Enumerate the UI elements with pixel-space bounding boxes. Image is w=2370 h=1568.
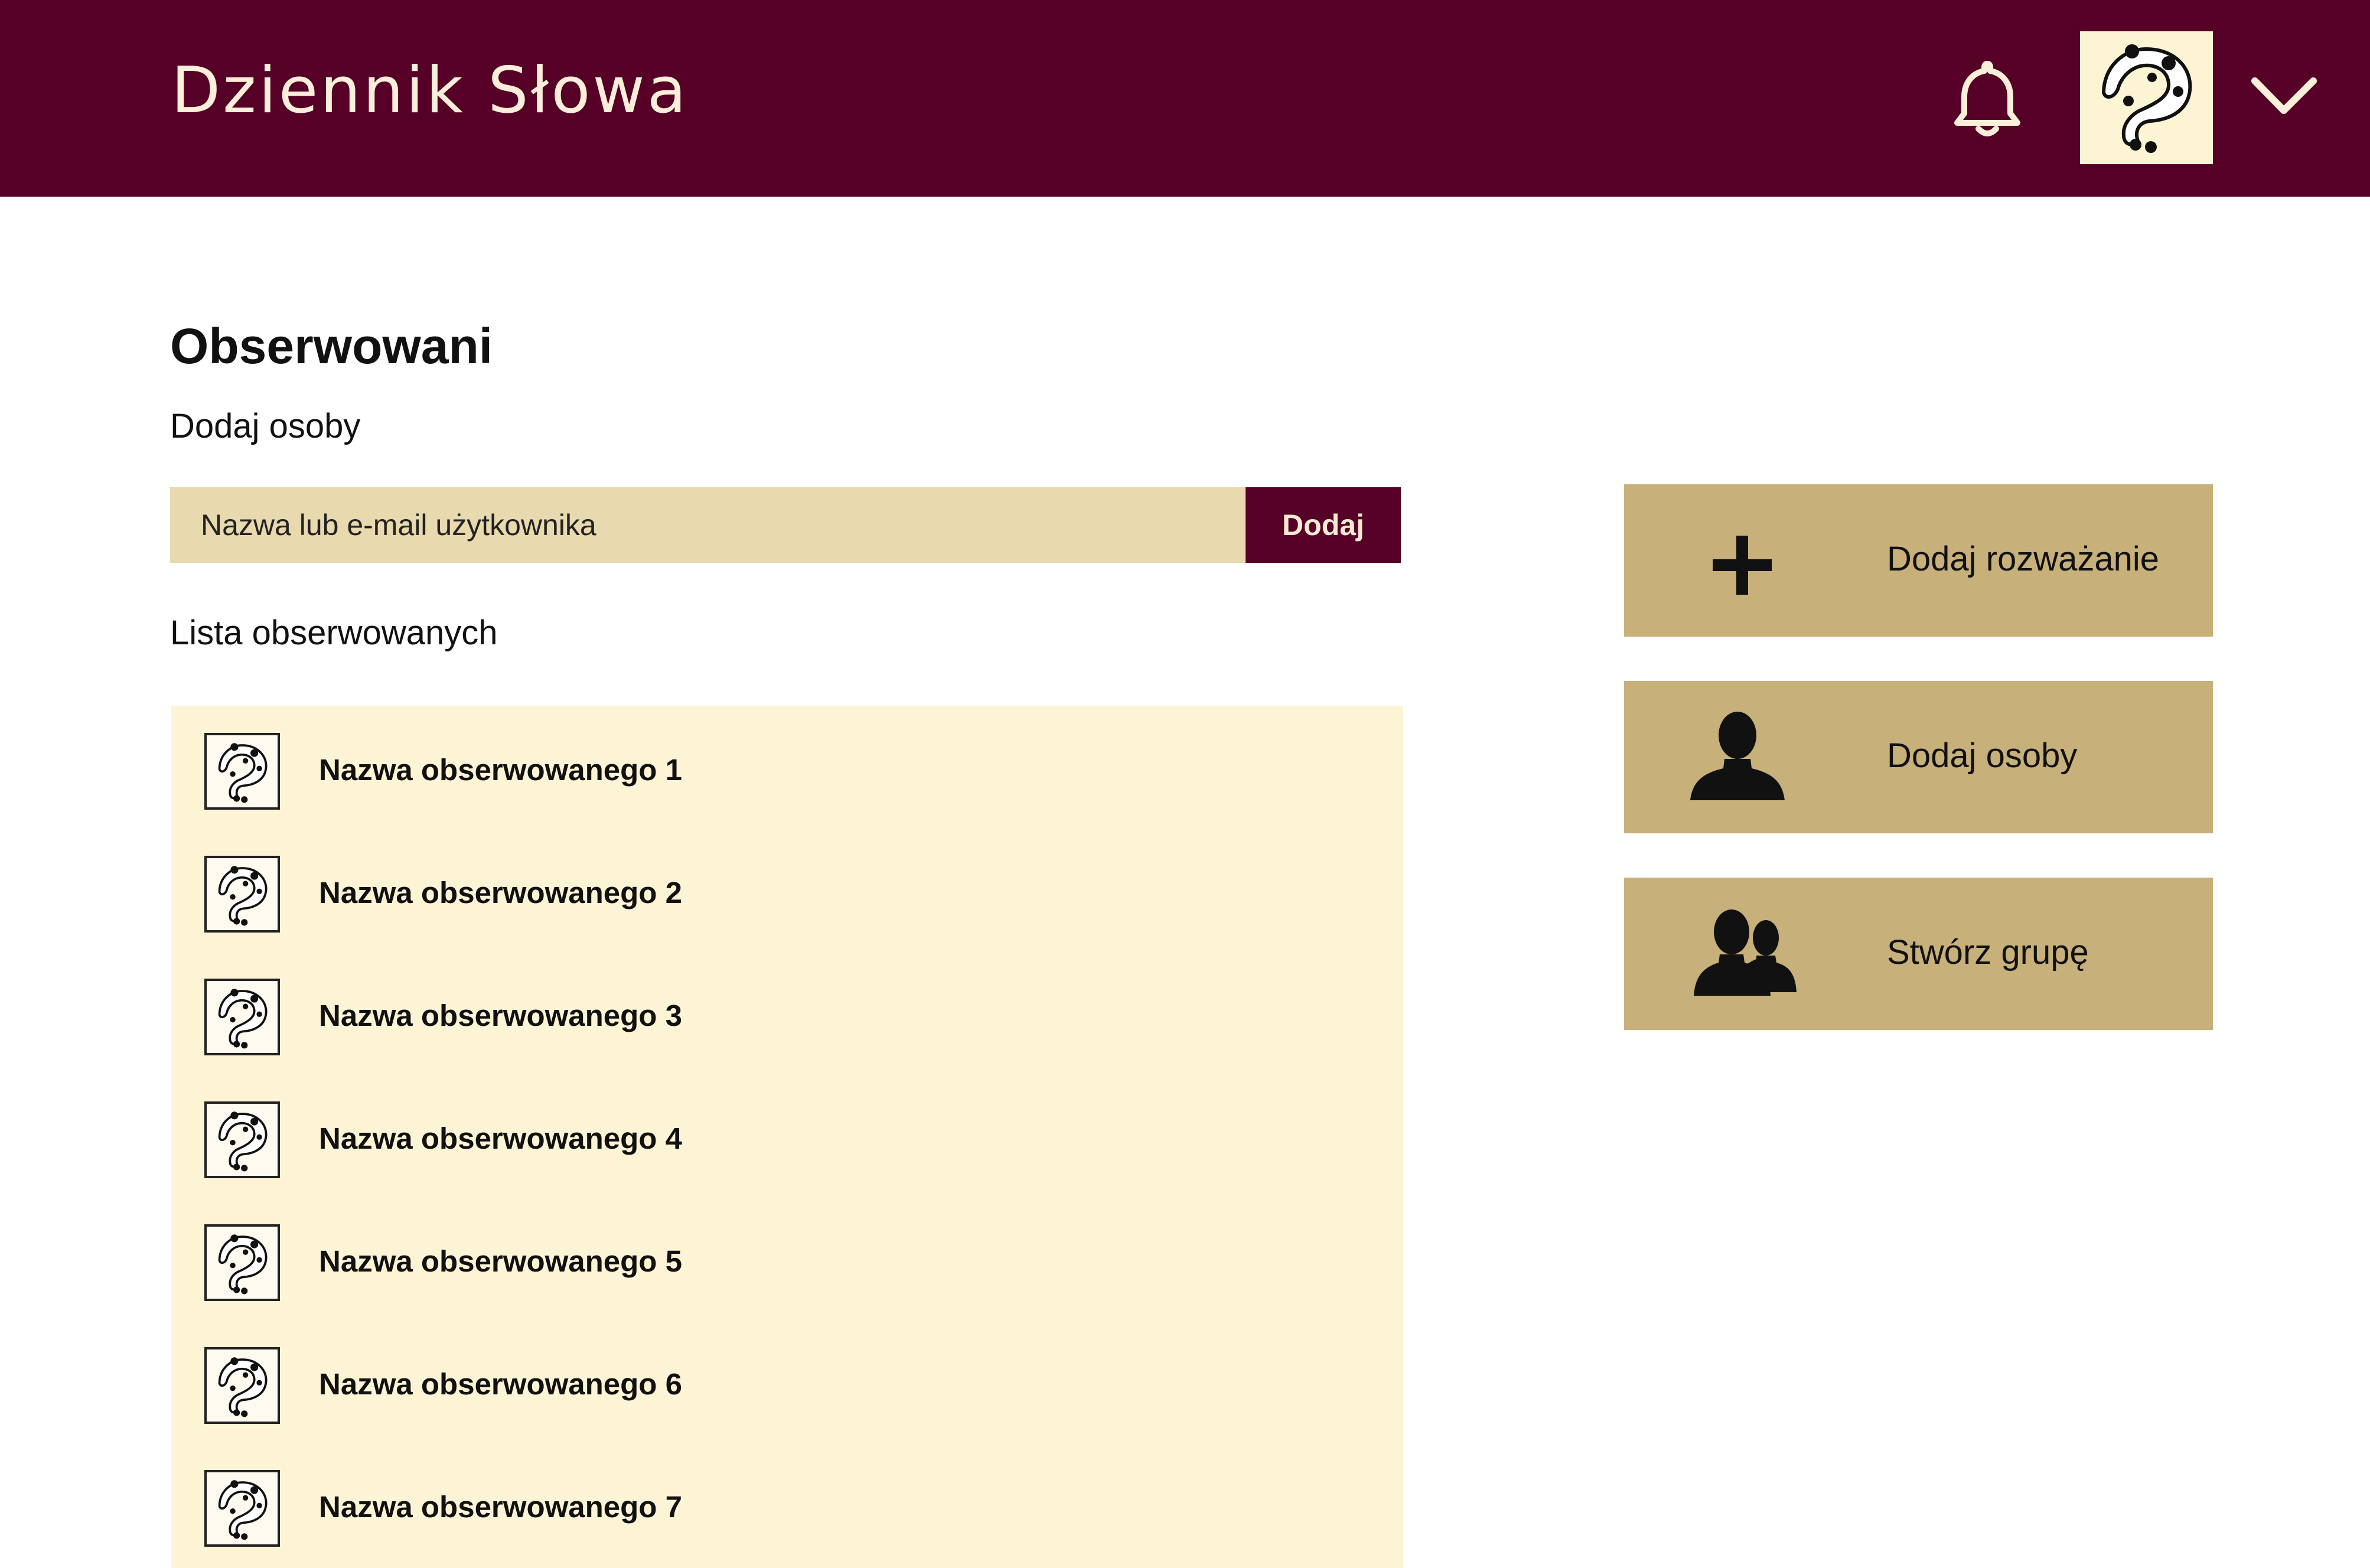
- follower-name: Nazwa obserwowanego 1: [319, 753, 682, 787]
- follower-avatar-icon: [218, 866, 268, 926]
- follower-avatar-icon: [218, 1111, 268, 1172]
- follower-avatar-icon: [218, 1357, 268, 1417]
- avatar-icon: [2101, 44, 2192, 153]
- followed-list-heading: Lista obserwowanych: [170, 614, 498, 652]
- create-group-label: Stwórz grupę: [1887, 933, 2089, 972]
- follower-avatar-icon: [218, 743, 268, 803]
- add-reflection-button[interactable]: Dodaj rozważanie: [1624, 484, 2213, 637]
- user-avatar[interactable]: [2080, 31, 2213, 164]
- create-group-button[interactable]: Stwórz grupę: [1624, 878, 2213, 1030]
- follower-avatar: [204, 1101, 280, 1178]
- list-item[interactable]: Nazwa obserwowanego 1: [171, 727, 1403, 816]
- follower-avatar: [204, 979, 280, 1055]
- app-title[interactable]: Dziennik Słowa: [171, 59, 689, 123]
- follower-avatar-icon: [218, 1234, 268, 1295]
- follower-name: Nazwa obserwowanego 4: [319, 1122, 682, 1155]
- page-title: Obserwowani: [170, 318, 493, 374]
- follower-avatar: [204, 733, 280, 810]
- add-people-button[interactable]: Dodaj osoby: [1624, 681, 2213, 833]
- top-bar: Dziennik Słowa: [0, 0, 2370, 197]
- add-people-label: Dodaj osoby: [170, 407, 361, 445]
- follower-name: Nazwa obserwowanego 2: [319, 876, 682, 909]
- add-people-action-label: Dodaj osoby: [1887, 736, 2078, 775]
- notifications-button[interactable]: [1949, 59, 2026, 139]
- list-item[interactable]: Nazwa obserwowanego 7: [171, 1464, 1403, 1553]
- chevron-down-icon: [2251, 77, 2317, 114]
- add-reflection-label: Dodaj rozważanie: [1887, 540, 2160, 578]
- follower-avatar: [204, 856, 280, 933]
- add-button[interactable]: Dodaj: [1246, 487, 1401, 563]
- list-item[interactable]: Nazwa obserwowanego 6: [171, 1341, 1403, 1430]
- follower-name: Nazwa obserwowanego 5: [319, 1244, 682, 1278]
- follower-avatar: [204, 1347, 280, 1424]
- bell-icon: [1954, 61, 2020, 136]
- person-icon: [1690, 712, 1785, 800]
- follower-avatar: [204, 1224, 280, 1301]
- followed-list: Nazwa obserwowanego 1 Nazwa obserwowanego…: [171, 706, 1403, 1568]
- list-item[interactable]: Nazwa obserwowanego 5: [171, 1218, 1403, 1307]
- list-item[interactable]: Nazwa obserwowanego 3: [171, 973, 1403, 1061]
- list-item[interactable]: Nazwa obserwowanego 4: [171, 1096, 1403, 1184]
- user-menu-toggle[interactable]: [2250, 74, 2318, 121]
- plus-icon: [1713, 536, 1772, 595]
- list-item[interactable]: Nazwa obserwowanego 2: [171, 850, 1403, 938]
- follower-name: Nazwa obserwowanego 7: [319, 1490, 682, 1524]
- follower-name: Nazwa obserwowanego 3: [319, 999, 682, 1032]
- follower-name: Nazwa obserwowanego 6: [319, 1367, 682, 1401]
- follower-avatar-icon: [218, 1480, 268, 1540]
- follower-avatar-icon: [218, 989, 268, 1049]
- user-search-input[interactable]: [170, 487, 1246, 563]
- follower-avatar: [204, 1470, 280, 1547]
- group-icon: [1694, 909, 1797, 996]
